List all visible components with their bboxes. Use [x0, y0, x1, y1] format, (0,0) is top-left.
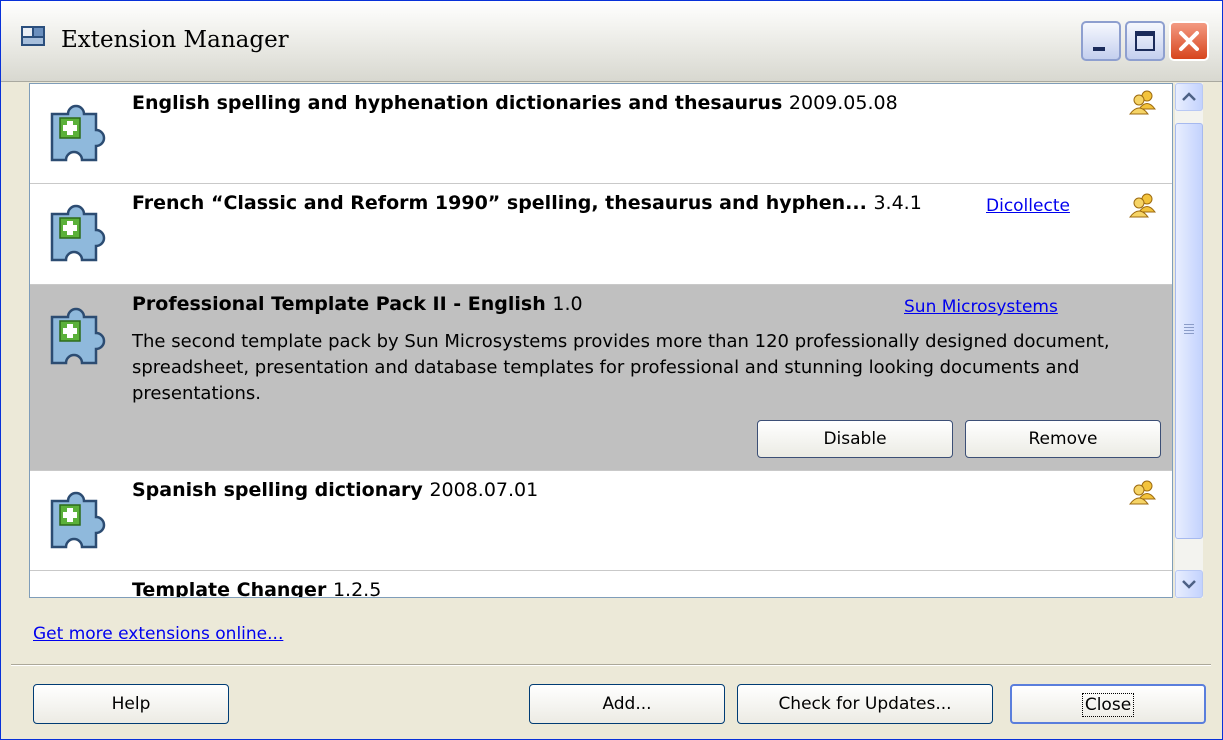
publisher-link[interactable]: Dicollecte: [986, 196, 1070, 216]
extension-version: 1.0: [552, 293, 583, 315]
app-icon: [21, 26, 45, 46]
puzzle-piece-icon: [50, 491, 106, 549]
extension-manager-window: Extension Manager English spelling and h…: [0, 0, 1223, 740]
puzzle-piece-icon: [50, 204, 106, 262]
chevron-up-icon: [1182, 92, 1196, 101]
get-more-extensions-link[interactable]: Get more extensions online...: [33, 624, 283, 644]
close-icon: [1179, 31, 1199, 51]
minimize-button[interactable]: [1081, 21, 1121, 61]
extension-row[interactable]: English spelling and hyphenation diction…: [30, 84, 1172, 184]
maximize-button[interactable]: [1125, 21, 1165, 61]
shared-users-icon: [1128, 480, 1156, 505]
extension-name: Spanish spelling dictionary 2008.07.01: [132, 479, 539, 501]
shared-users-icon: [1128, 193, 1156, 218]
grip-icon: [1184, 324, 1194, 334]
extension-version: 3.4.1: [873, 192, 922, 214]
extension-name: English spelling and hyphenation diction…: [132, 92, 898, 114]
window-title: Extension Manager: [61, 27, 289, 53]
chevron-down-icon: [1182, 580, 1196, 589]
vertical-scrollbar[interactable]: [1175, 83, 1203, 598]
scroll-up-button[interactable]: [1175, 83, 1203, 111]
extension-row[interactable]: French “Classic and Reform 1990” spellin…: [30, 184, 1172, 285]
extension-row-selected[interactable]: Professional Template Pack II - English …: [30, 285, 1172, 471]
extension-version: 2008.07.01: [429, 479, 539, 501]
remove-button[interactable]: Remove: [965, 420, 1161, 458]
extension-description: The second template pack by Sun Microsys…: [132, 331, 1110, 404]
puzzle-piece-icon: [50, 104, 106, 162]
add-button[interactable]: Add...: [529, 684, 725, 724]
close-window-button[interactable]: [1169, 21, 1209, 61]
disable-button[interactable]: Disable: [757, 420, 953, 458]
divider: [11, 664, 1211, 666]
close-button[interactable]: Close: [1010, 684, 1206, 724]
extension-row[interactable]: Template Changer 1.2.5: [30, 571, 1172, 598]
publisher-link[interactable]: Sun Microsystems: [904, 297, 1058, 317]
shared-users-icon: [1128, 90, 1156, 115]
title-bar[interactable]: Extension Manager: [1, 1, 1222, 82]
minimize-icon: [1093, 47, 1105, 51]
scroll-thumb[interactable]: [1175, 123, 1203, 539]
extension-name: French “Classic and Reform 1990” spellin…: [132, 192, 922, 214]
check-for-updates-button[interactable]: Check for Updates...: [737, 684, 993, 724]
maximize-icon: [1135, 31, 1155, 51]
puzzle-piece-icon: [50, 307, 106, 365]
extension-row[interactable]: Spanish spelling dictionary 2008.07.01: [30, 471, 1172, 571]
extension-version: 2009.05.08: [788, 92, 898, 114]
extension-name: Professional Template Pack II - English …: [132, 293, 583, 315]
extension-version: 1.2.5: [332, 579, 382, 598]
extension-list[interactable]: English spelling and hyphenation diction…: [29, 83, 1173, 598]
scroll-down-button[interactable]: [1175, 570, 1203, 598]
help-button[interactable]: Help: [33, 684, 229, 724]
extension-name: Template Changer 1.2.5: [132, 579, 382, 598]
